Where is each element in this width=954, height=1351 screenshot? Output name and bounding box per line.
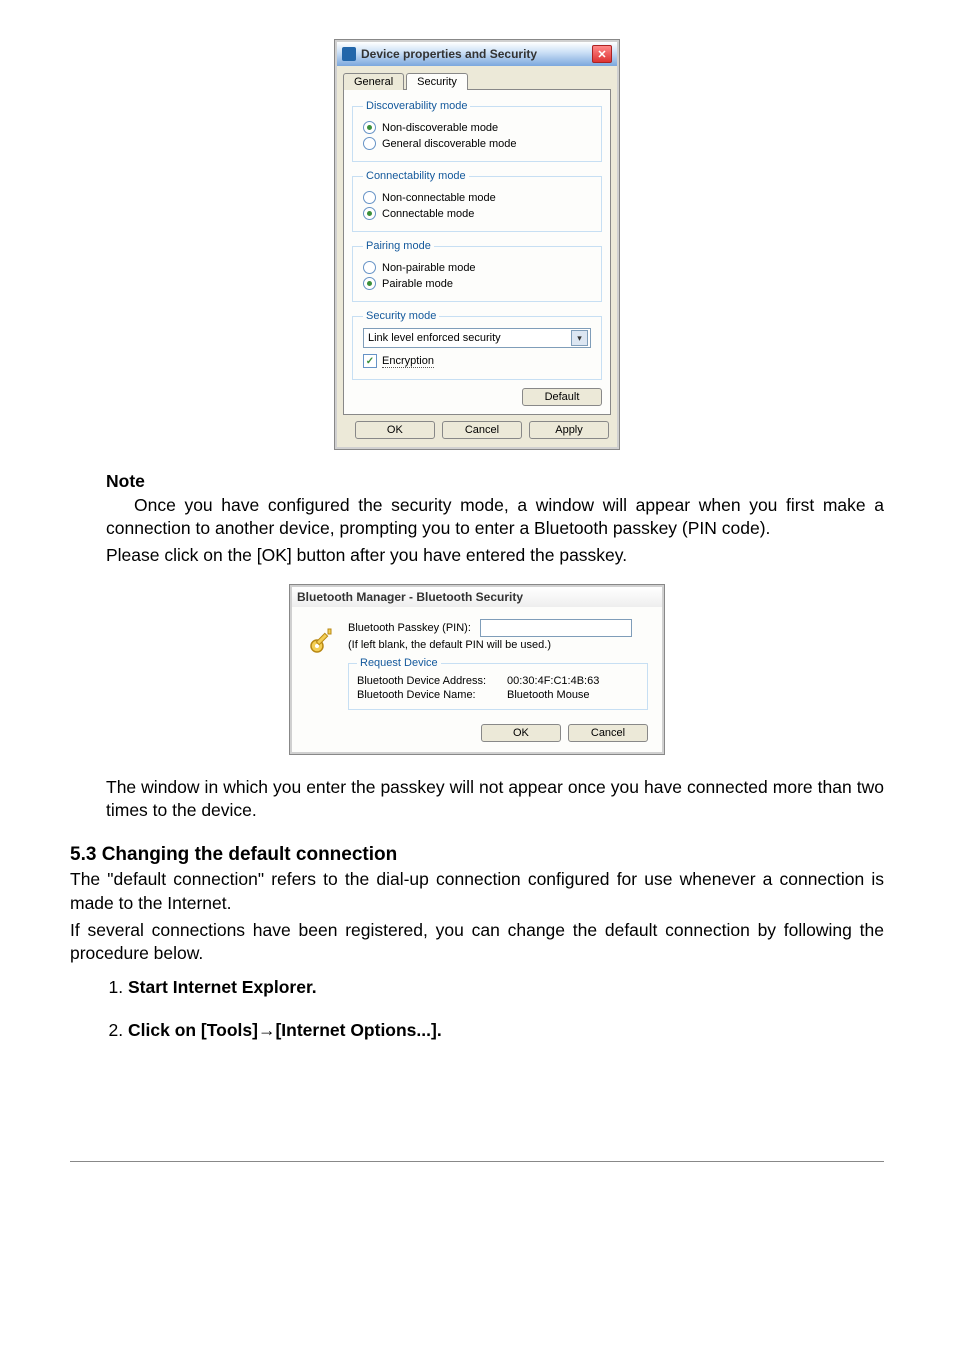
app-icon xyxy=(342,47,356,61)
note-p1: Once you have configured the security mo… xyxy=(70,494,884,540)
connectability-fieldset: Connectability mode Non-connectable mode… xyxy=(352,170,602,232)
opt-non-pairable[interactable]: Non-pairable mode xyxy=(363,261,591,274)
select-value: Link level enforced security xyxy=(368,332,501,344)
connectability-legend: Connectability mode xyxy=(363,170,469,182)
opt-connectable[interactable]: Connectable mode xyxy=(363,207,591,220)
addr-label: Bluetooth Device Address: xyxy=(357,675,507,687)
security-mode-fieldset: Security mode Link level enforced securi… xyxy=(352,310,602,380)
passkey-input[interactable] xyxy=(480,619,632,637)
device-properties-dialog: Device properties and Security ✕ General… xyxy=(335,40,619,449)
radio-icon xyxy=(363,121,376,134)
passkey-hint: (If left blank, the default PIN will be … xyxy=(348,639,648,651)
radio-icon xyxy=(363,137,376,150)
radio-icon xyxy=(363,277,376,290)
pairing-legend: Pairing mode xyxy=(363,240,434,252)
opt-non-connectable[interactable]: Non-connectable mode xyxy=(363,191,591,204)
step-2-text: Click on [Tools]→[Internet Options...]. xyxy=(128,1020,442,1040)
radio-icon xyxy=(363,261,376,274)
radio-icon xyxy=(363,207,376,220)
request-device-fieldset: Request Device Bluetooth Device Address:… xyxy=(348,657,648,710)
encryption-label: Encryption xyxy=(382,355,434,368)
steps-list: Start Internet Explorer. Click on [Tools… xyxy=(106,977,884,1041)
request-device-legend: Request Device xyxy=(357,657,441,669)
opt-label: Non-connectable mode xyxy=(382,192,496,204)
dialog2-body: Bluetooth Passkey (PIN): (If left blank,… xyxy=(292,607,662,752)
step-2: Click on [Tools]→[Internet Options...]. xyxy=(128,1020,884,1041)
note-p2: Please click on the [OK] button after yo… xyxy=(70,544,884,567)
opt-label: General discoverable mode xyxy=(382,138,517,150)
cancel-button[interactable]: Cancel xyxy=(442,421,522,439)
tabs-row: General Security xyxy=(343,73,617,90)
pairing-fieldset: Pairing mode Non-pairable mode Pairable … xyxy=(352,240,602,302)
passkey-row: Bluetooth Passkey (PIN): xyxy=(348,619,648,637)
opt-label: Non-pairable mode xyxy=(382,262,476,274)
opt-pairable[interactable]: Pairable mode xyxy=(363,277,591,290)
dialog-titlebar: Device properties and Security ✕ xyxy=(337,42,617,66)
dialog-title: Device properties and Security xyxy=(361,47,592,61)
tab-security[interactable]: Security xyxy=(406,73,468,90)
step-1: Start Internet Explorer. xyxy=(128,977,884,998)
default-button[interactable]: Default xyxy=(522,388,602,406)
discoverability-legend: Discoverability mode xyxy=(363,100,470,112)
note-heading: Note xyxy=(70,471,884,492)
name-label: Bluetooth Device Name: xyxy=(357,689,507,701)
opt-general-discoverable[interactable]: General discoverable mode xyxy=(363,137,591,150)
close-icon[interactable]: ✕ xyxy=(592,45,612,63)
security-mode-legend: Security mode xyxy=(363,310,439,322)
apply-button[interactable]: Apply xyxy=(529,421,609,439)
chevron-down-icon[interactable]: ▾ xyxy=(571,330,588,346)
default-row: Default xyxy=(352,388,602,406)
opt-label: Non-discoverable mode xyxy=(382,122,498,134)
bluetooth-security-dialog: Bluetooth Manager - Bluetooth Security B… xyxy=(290,585,664,754)
opt-label: Pairable mode xyxy=(382,278,453,290)
section-5-3-p1: The "default connection" refers to the d… xyxy=(70,868,884,914)
addr-value: 00:30:4F:C1:4B:63 xyxy=(507,675,599,687)
checkbox-icon: ✓ xyxy=(363,354,377,368)
footer-rule xyxy=(70,1161,884,1162)
after-dialog2-text: The window in which you enter the passke… xyxy=(70,776,884,822)
key-icon xyxy=(306,625,338,657)
dialog2-buttons: OK Cancel xyxy=(306,724,648,742)
ok-button[interactable]: OK xyxy=(481,724,561,742)
security-mode-select[interactable]: Link level enforced security ▾ xyxy=(363,328,591,348)
opt-label: Connectable mode xyxy=(382,208,474,220)
discoverability-fieldset: Discoverability mode Non-discoverable mo… xyxy=(352,100,602,162)
section-5-3-p2: If several connections have been registe… xyxy=(70,919,884,965)
radio-icon xyxy=(363,191,376,204)
tab-general[interactable]: General xyxy=(343,73,404,90)
cancel-button[interactable]: Cancel xyxy=(568,724,648,742)
dialog2-titlebar: Bluetooth Manager - Bluetooth Security xyxy=(292,587,662,607)
passkey-label: Bluetooth Passkey (PIN): xyxy=(348,622,471,634)
name-value: Bluetooth Mouse xyxy=(507,689,590,701)
dialog2-title: Bluetooth Manager - Bluetooth Security xyxy=(297,590,657,604)
dialog-buttons: OK Cancel Apply xyxy=(337,421,617,447)
opt-non-discoverable[interactable]: Non-discoverable mode xyxy=(363,121,591,134)
ok-button[interactable]: OK xyxy=(355,421,435,439)
tab-panel-security: Discoverability mode Non-discoverable mo… xyxy=(343,89,611,415)
encryption-checkbox-row[interactable]: ✓ Encryption xyxy=(363,354,591,368)
step-1-text: Start Internet Explorer. xyxy=(128,977,317,997)
section-5-3-heading: 5.3 Changing the default connection xyxy=(70,844,884,866)
